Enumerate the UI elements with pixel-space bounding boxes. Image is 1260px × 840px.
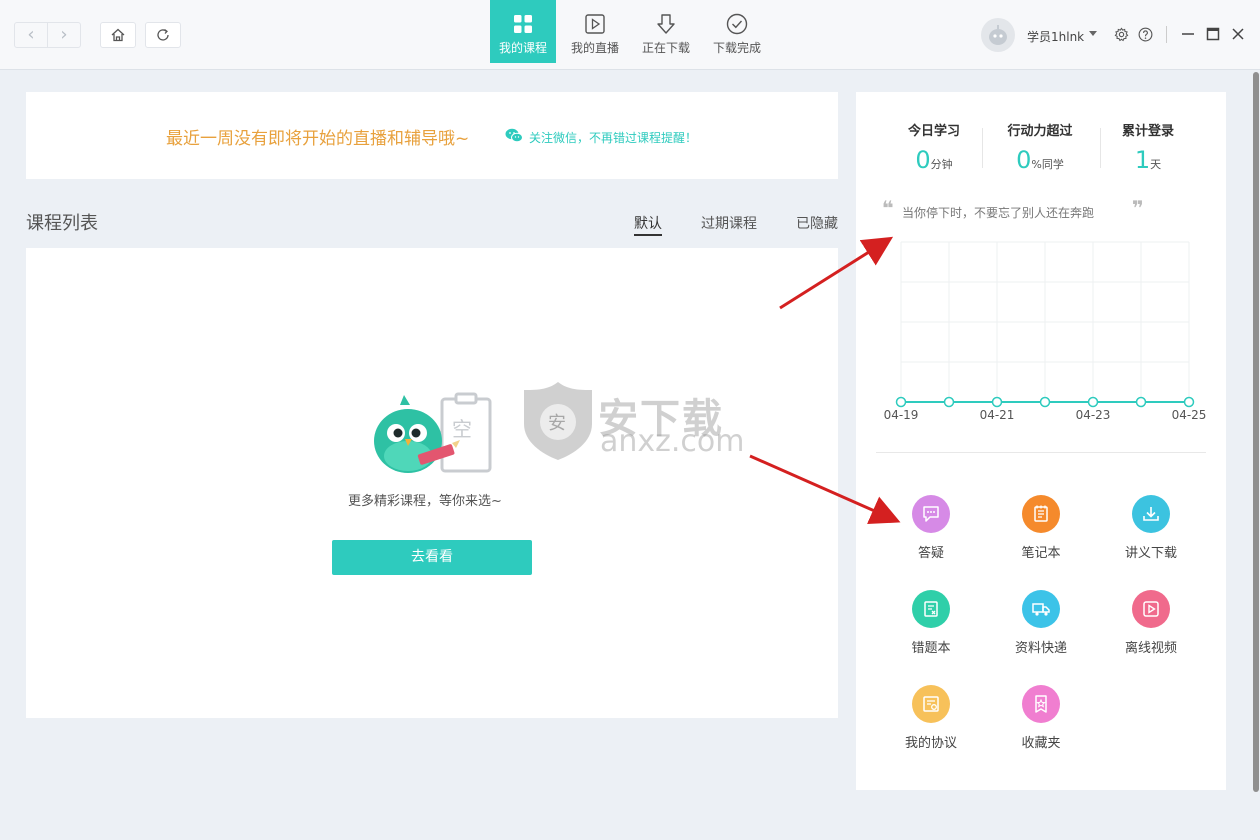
chart-tick-label: 04-21 <box>980 408 1015 422</box>
close-quote-icon: ❞ <box>1132 196 1144 220</box>
open-quote-icon: ❝ <box>882 196 894 220</box>
chevron-down-icon[interactable] <box>1089 31 1097 36</box>
minimize-icon[interactable] <box>1180 26 1196 42</box>
tab-label: 我的课程 <box>498 41 547 55</box>
chart-point <box>1087 396 1099 408</box>
notebook-icon <box>1022 495 1060 533</box>
title-bar: ‹ › 我的课程 我的直播 正在下载 下载完成 学员1hlnk <box>0 0 1260 70</box>
chart-point <box>1135 396 1147 408</box>
chart-tick-label: 04-19 <box>884 408 919 422</box>
tool-label: 讲义下载 <box>1124 546 1177 561</box>
tool-item[interactable]: 离线视频 <box>1111 590 1191 656</box>
wechat-icon[interactable] <box>505 128 523 143</box>
favorite-star-icon <box>1022 685 1060 723</box>
chart-point <box>895 396 907 408</box>
chart-point <box>1039 396 1051 408</box>
tool-label: 笔记本 <box>1021 546 1061 561</box>
chat-bubble-icon <box>912 495 950 533</box>
stat-unit: 分钟 <box>930 158 953 171</box>
divider <box>876 452 1206 453</box>
home-icon[interactable] <box>100 22 136 48</box>
grid-icon <box>511 12 535 36</box>
tab-label: 下载完成 <box>712 41 761 55</box>
stat-unit: %同学 <box>1031 158 1064 171</box>
notice-message: 最近一周没有即将开始的直播和辅导哦~ <box>166 129 470 149</box>
stat-value: 1 <box>1134 146 1151 174</box>
study-stats-panel: 今日学习 0分钟 行动力超过 0%同学 累计登录 1天 ❝ 当你停下时，不要忘了… <box>856 92 1226 790</box>
chart-point <box>1183 396 1195 408</box>
tab-download-complete[interactable]: 下载完成 <box>704 0 770 63</box>
tab-my-courses[interactable]: 我的课程 <box>490 0 556 63</box>
study-time-chart: 04-19 04-21 04-23 04-25 <box>884 241 1207 422</box>
download-arrow-icon <box>654 12 678 36</box>
stat-label: 行动力超过 <box>1007 124 1073 139</box>
tool-label: 收藏夹 <box>1021 736 1061 751</box>
tool-label: 资料快递 <box>1014 641 1067 656</box>
tool-item[interactable]: 错题本 <box>891 590 971 656</box>
stat-unit: 天 <box>1150 158 1162 171</box>
agreement-icon <box>912 685 950 723</box>
back-icon[interactable]: ‹ <box>14 22 48 48</box>
stat-today-study: 今日学习 0分钟 <box>879 120 989 174</box>
tab-downloading[interactable]: 正在下载 <box>633 0 699 63</box>
close-icon[interactable] <box>1230 26 1246 42</box>
stat-value: 0 <box>1016 146 1032 174</box>
active-filter-indicator <box>634 234 662 236</box>
chart-tick-label: 04-23 <box>1076 408 1111 422</box>
tool-label: 答疑 <box>917 546 944 561</box>
stat-divider <box>982 128 983 168</box>
tool-item[interactable]: 答疑 <box>891 495 971 561</box>
watermark-shield-char: 安 <box>548 413 566 434</box>
tab-my-live[interactable]: 我的直播 <box>562 0 628 63</box>
tool-item[interactable]: 我的协议 <box>891 685 971 751</box>
filter-expired[interactable]: 过期课程 <box>701 213 757 233</box>
chart-tick-label: 04-25 <box>1172 408 1207 422</box>
tool-item[interactable]: 资料快递 <box>1001 590 1081 656</box>
course-list-title: 课程列表 <box>26 213 98 234</box>
check-circle-icon <box>725 12 749 36</box>
divider <box>1166 26 1167 43</box>
browse-courses-button[interactable]: 去看看 <box>332 540 532 575</box>
chart-point <box>991 396 1003 408</box>
tool-item[interactable]: 笔记本 <box>1001 495 1081 561</box>
empty-state-text: 更多精彩课程，等你来选~ <box>348 494 502 509</box>
filter-hidden[interactable]: 已隐藏 <box>796 213 838 233</box>
refresh-icon[interactable] <box>145 22 181 48</box>
forward-icon[interactable]: › <box>47 22 81 48</box>
stat-label: 累计登录 <box>1121 124 1174 139</box>
filter-default[interactable]: 默认 <box>634 213 662 233</box>
notice-banner: 最近一周没有即将开始的直播和辅导哦~ 关注微信，不再错过课程提醒！ <box>26 92 838 179</box>
tool-item[interactable]: 讲义下载 <box>1111 495 1191 561</box>
help-icon[interactable] <box>1137 26 1153 42</box>
download-tray-icon <box>1132 495 1170 533</box>
video-play-icon <box>1132 590 1170 628</box>
tool-label: 我的协议 <box>904 736 957 751</box>
empty-illustration-label: 空 <box>452 417 472 441</box>
live-play-icon <box>583 12 607 36</box>
tool-item[interactable]: 收藏夹 <box>1001 685 1081 751</box>
tab-label: 正在下载 <box>641 41 690 55</box>
watermark-domain: anxz.com <box>600 424 745 459</box>
truck-icon <box>1022 590 1060 628</box>
stat-action-power: 行动力超过 0%同学 <box>985 120 1095 174</box>
tool-label: 离线视频 <box>1124 641 1177 656</box>
scrollbar-thumb[interactable] <box>1253 72 1259 792</box>
avatar[interactable] <box>981 18 1015 52</box>
stat-total-login: 累计登录 1天 <box>1093 120 1203 174</box>
wechat-follow-link[interactable]: 关注微信，不再错过课程提醒！ <box>529 129 697 146</box>
tool-label: 错题本 <box>911 641 951 656</box>
chart-point <box>943 396 955 408</box>
wrong-book-icon <box>912 590 950 628</box>
gear-icon[interactable] <box>1113 26 1129 42</box>
empty-bird-illustration: 空 <box>374 392 492 473</box>
stat-value: 0 <box>915 146 931 174</box>
course-list-panel: 空 更多精彩课程，等你来选~ 去看看 <box>26 248 838 718</box>
motivation-quote: 当你停下时，不要忘了别人还在奔跑 <box>902 206 1095 220</box>
maximize-icon[interactable] <box>1205 26 1221 42</box>
tab-label: 我的直播 <box>570 41 619 55</box>
username[interactable]: 学员1hlnk <box>1027 28 1084 45</box>
stat-label: 今日学习 <box>907 124 960 139</box>
